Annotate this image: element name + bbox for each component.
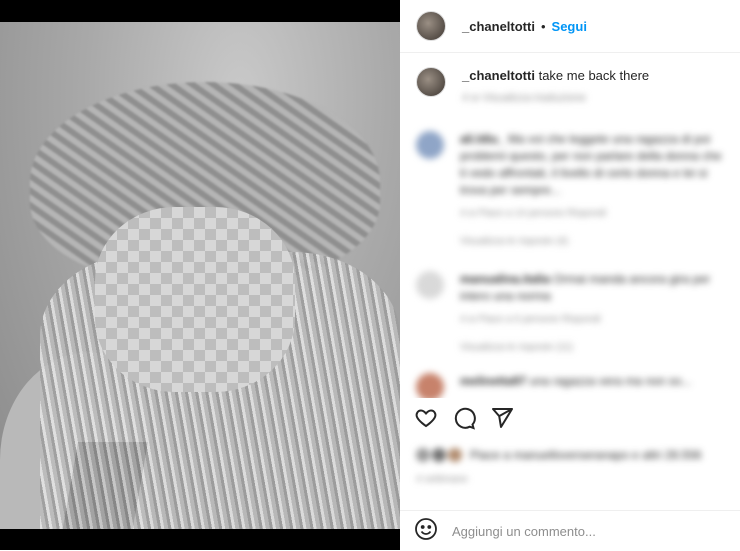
comment-body: melinetta97 una ragazza vera ma non so..…	[460, 373, 691, 398]
author-avatar[interactable]	[416, 11, 446, 41]
caption-meta: 4 w Visualizza traduzione	[462, 92, 586, 104]
post-photo	[0, 22, 400, 529]
add-comment-bar	[400, 510, 740, 551]
comment-body: manualina.italia Ormai manda ancora gira…	[460, 271, 724, 328]
comment-username[interactable]: melinetta97	[460, 374, 526, 388]
add-comment-input[interactable]	[450, 522, 714, 540]
photo-pixelated-face	[95, 207, 295, 392]
comment-row: manualina.italia Ormai manda ancora gira…	[400, 261, 740, 328]
comment-avatar[interactable]	[416, 271, 444, 299]
view-replies-link[interactable]: Visualizza le risposte (4)	[460, 236, 740, 247]
liker-avatar	[432, 448, 446, 462]
heart-icon[interactable]	[414, 406, 438, 435]
caption-avatar[interactable]	[416, 67, 446, 97]
comment-meta[interactable]: 4 w Piace a 14 persone Rispondi	[460, 205, 724, 222]
send-icon[interactable]	[490, 406, 514, 435]
comment-meta[interactable]: 4 w Piace a 6 persone Rispondi	[460, 311, 724, 328]
comments-list[interactable]: _chaneltotti take me back there 4 w Visu…	[400, 53, 740, 398]
post-date: 4 settimane	[416, 474, 468, 485]
blurred-comments: ali.ldiu_ Ma voi che leggete una ragazza…	[400, 121, 740, 398]
liker-avatar	[448, 448, 462, 462]
comment-avatar[interactable]	[416, 373, 444, 398]
post-actions	[400, 400, 740, 440]
caption-row: _chaneltotti take me back there 4 w Visu…	[400, 53, 740, 107]
comment-username[interactable]: ali.ldiu_	[460, 132, 505, 146]
comment-body: ali.ldiu_ Ma voi che leggete una ragazza…	[460, 131, 724, 222]
comment-avatar[interactable]	[416, 131, 444, 159]
caption-text: take me back there	[538, 68, 650, 83]
liker-avatar	[416, 448, 430, 462]
header-separator: •	[540, 18, 546, 34]
post-sidebar: _chaneltotti • Segui _chaneltotti take m…	[400, 0, 740, 550]
comment-row: ali.ldiu_ Ma voi che leggete una ragazza…	[400, 121, 740, 222]
comment-icon[interactable]	[452, 406, 476, 435]
caption-body: _chaneltotti take me back there 4 w Visu…	[462, 67, 649, 107]
comment-text: una ragazza vera ma non so...	[529, 374, 692, 388]
comment-username[interactable]: manualina.italia	[460, 272, 550, 286]
likes-text: Piace a manuelloverseranapo e altri 28.5…	[470, 448, 702, 462]
likes-summary[interactable]: Piace a manuelloverseranapo e altri 28.5…	[416, 448, 701, 462]
view-replies-link[interactable]: Visualizza le risposte (11)	[460, 342, 740, 353]
post-header: _chaneltotti • Segui	[400, 0, 740, 53]
caption-username[interactable]: _chaneltotti	[462, 68, 535, 83]
comment-row: melinetta97 una ragazza vera ma non so..…	[400, 363, 740, 398]
follow-button[interactable]: Segui	[552, 19, 587, 34]
post-photo-pane	[0, 0, 400, 550]
author-username[interactable]: _chaneltotti	[462, 19, 535, 34]
emoji-icon[interactable]	[414, 517, 438, 546]
